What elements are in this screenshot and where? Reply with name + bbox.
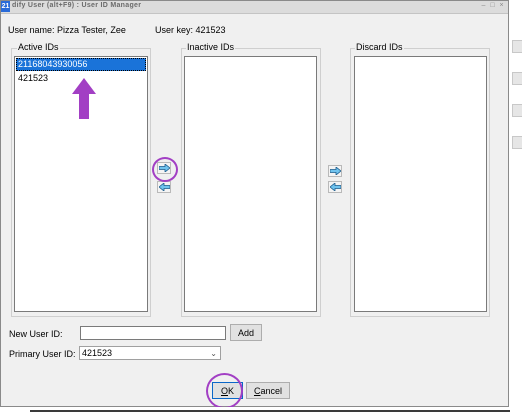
primary-user-id-select[interactable]: 421523 ⌄ (79, 346, 221, 360)
cancel-button[interactable]: Cancel (246, 382, 290, 399)
user-key-value: 421523 (195, 25, 226, 35)
arrow-left-icon (158, 183, 170, 191)
annotation-arrow-up-icon (72, 78, 96, 119)
primary-user-id-label: Primary User ID: (9, 349, 76, 359)
background-edge-segment (512, 40, 522, 53)
discard-ids-list[interactable] (354, 56, 487, 312)
user-key-line: User key: 421523 (155, 25, 226, 35)
chevron-down-icon: ⌄ (210, 349, 217, 358)
window-title: dify User (alt+F9) : User ID Manager (12, 2, 142, 9)
move-to-discard-button[interactable] (328, 165, 342, 177)
user-name-label: User name: (8, 25, 55, 35)
arrow-right-icon (158, 164, 170, 172)
move-to-inactive-button[interactable] (157, 162, 171, 174)
background-edge-segment (512, 104, 522, 117)
arrow-right-icon (329, 167, 341, 175)
minimize-button[interactable]: – (479, 2, 488, 9)
maximize-button[interactable]: □ (488, 2, 497, 9)
ok-text: K (228, 385, 235, 396)
inactive-ids-label: Inactive IDs (186, 42, 236, 52)
cancel-text: ancel (260, 385, 282, 396)
move-to-active-button[interactable] (157, 181, 171, 193)
list-item-active-1[interactable]: 21168043930056 (16, 58, 146, 71)
background-bottom-line (30, 410, 510, 412)
new-user-id-input[interactable] (80, 326, 226, 340)
inactive-ids-list[interactable] (184, 56, 317, 312)
background-edge-segment (512, 136, 522, 149)
user-name-value: Pizza Tester, Zee (57, 25, 126, 35)
app-icon: 21 (1, 1, 10, 12)
new-user-id-label: New User ID: (9, 329, 63, 339)
primary-user-id-value: 421523 (82, 348, 113, 358)
add-button[interactable]: Add (230, 324, 262, 341)
active-ids-label: Active IDs (17, 42, 60, 52)
title-bar: 21 dify User (alt+F9) : User ID Manager … (1, 1, 508, 14)
ok-mnemonic: O (220, 385, 228, 396)
move-from-discard-button[interactable] (328, 181, 342, 193)
arrow-left-icon (329, 183, 341, 191)
background-bottom-strip (0, 407, 510, 418)
background-edge-segment (512, 72, 522, 85)
ok-button[interactable]: OK (212, 382, 243, 399)
user-key-label: User key: (155, 25, 194, 35)
user-name-line: User name: Pizza Tester, Zee (8, 25, 126, 35)
discard-ids-label: Discard IDs (355, 42, 404, 52)
user-id-manager-window: 21 dify User (alt+F9) : User ID Manager … (0, 0, 509, 409)
close-button[interactable]: × (497, 2, 506, 9)
background-window-edge (509, 0, 522, 418)
